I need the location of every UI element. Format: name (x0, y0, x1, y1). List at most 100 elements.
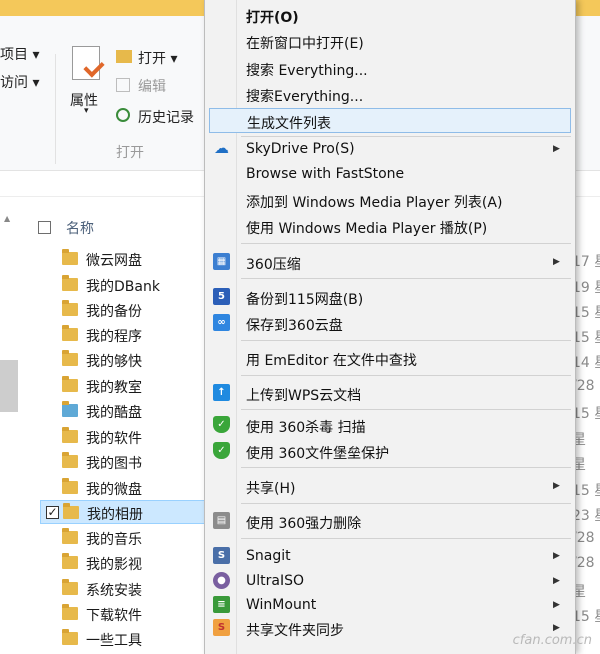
menu-item-share[interactable]: 共享(H) ▶ (205, 474, 575, 498)
menu-separator (241, 243, 571, 244)
menu-item-360-compress[interactable]: ▦ 360压缩 ▶ (205, 250, 575, 274)
list-item[interactable]: 一些工具 (40, 627, 220, 651)
list-item[interactable]: 我的图书 (40, 450, 220, 474)
date-cell: 17 星 (572, 254, 600, 270)
list-item[interactable]: 我的程序 (40, 323, 220, 347)
list-item[interactable]: 我的微盘 (40, 476, 220, 500)
date-cell: /28 (572, 530, 595, 546)
menu-item-ultraiso[interactable]: ● UltraISO ▶ (205, 569, 575, 593)
menu-item-backup-115[interactable]: 5 备份到115网盘(B) (205, 285, 575, 309)
ribbon-item-access[interactable]: 访问 ▾ (0, 72, 39, 92)
ribbon-group-label: 打开 (116, 145, 144, 161)
menu-separator (241, 278, 571, 279)
folder-icon (62, 452, 78, 468)
date-cell: 15 星 (572, 483, 600, 499)
winmount-icon: ≡ (213, 596, 230, 613)
list-item[interactable]: 我的软件 (40, 425, 220, 449)
folder-icon (62, 275, 78, 291)
list-item[interactable]: 我的影视 (40, 551, 220, 575)
date-cell: 23 星 (572, 508, 600, 524)
edit-button[interactable]: 编辑 (138, 76, 166, 96)
list-item[interactable]: 我的DBank (40, 273, 220, 297)
list-item[interactable]: 我的音乐 (40, 526, 220, 550)
watermark: cfan.com.cn (512, 633, 592, 648)
list-item[interactable]: 我的备份 (40, 298, 220, 322)
compress-icon: ▦ (213, 253, 230, 270)
360-cloud-icon: ∞ (213, 314, 230, 331)
submenu-arrow-icon: ▶ (553, 623, 560, 633)
menu-separator (241, 538, 571, 539)
menu-item-search-everything-2[interactable]: 搜索Everything... (205, 82, 575, 106)
menu-item-save-360-cloud[interactable]: ∞ 保存到360云盘 (205, 311, 575, 335)
menu-item-winmount[interactable]: ≡ WinMount ▶ (205, 593, 575, 617)
history-icon (116, 108, 130, 122)
shield-icon: ✓ (213, 442, 230, 459)
menu-item-open-new-window[interactable]: 在新窗口中打开(E) (205, 29, 575, 53)
folder-icon (62, 553, 78, 569)
menu-item-emeditor-find[interactable]: 用 EmEditor 在文件中查找 (205, 346, 575, 370)
row-checkbox-checked[interactable]: ✓ (46, 506, 59, 519)
folder-icon (62, 604, 78, 620)
shredder-icon: ▤ (213, 512, 230, 529)
folder-icon (62, 629, 78, 645)
folder-icon (62, 325, 78, 341)
menu-item-wmp-add-list[interactable]: 添加到 Windows Media Player 列表(A) (205, 188, 575, 212)
menu-item-wmp-play[interactable]: 使用 Windows Media Player 播放(P) (205, 214, 575, 238)
open-button[interactable]: 打开 ▾ (138, 48, 177, 68)
menu-separator (241, 467, 571, 468)
list-item-selected[interactable]: ✓ 我的相册 (40, 500, 220, 524)
scroll-up-icon[interactable]: ▲ (4, 214, 10, 223)
menu-item-skydrive-pro[interactable]: ☁ SkyDrive Pro(S) ▶ (205, 137, 575, 161)
date-cell: 15 星 (572, 609, 600, 625)
disc-icon: ● (213, 572, 230, 589)
sync-icon: S (213, 619, 230, 636)
folder-icon (62, 427, 78, 443)
submenu-arrow-icon: ▶ (553, 481, 560, 491)
navigation-pane (0, 210, 18, 654)
list-item[interactable]: 系统安装 (40, 577, 220, 601)
submenu-arrow-icon: ▶ (553, 144, 560, 154)
date-cell: 15 星 (572, 330, 600, 346)
menu-item-generate-file-list[interactable]: 生成文件列表 (209, 108, 571, 133)
folder-icon (63, 503, 79, 519)
context-menu: 打开(O) 在新窗口中打开(E) 搜索 Everything... 搜索Ever… (204, 0, 576, 654)
folder-icon (62, 478, 78, 494)
menu-item-360-scan[interactable]: ✓ 使用 360杀毒 扫描 (205, 413, 575, 437)
menu-separator (241, 503, 571, 504)
select-all-checkbox[interactable] (38, 221, 51, 234)
list-item[interactable]: 我的够快 (40, 348, 220, 372)
folder-icon (62, 300, 78, 316)
folder-icon (62, 350, 78, 366)
menu-item-search-everything[interactable]: 搜索 Everything... (205, 56, 575, 80)
nav-scrollbar-thumb[interactable] (0, 360, 18, 412)
edit-icon (116, 78, 130, 92)
column-name-header[interactable]: 名称 (66, 218, 94, 238)
shield-icon: ✓ (213, 416, 230, 433)
submenu-arrow-icon: ▶ (553, 600, 560, 610)
history-button[interactable]: 历史记录 (138, 107, 194, 127)
list-item[interactable]: 我的教室 (40, 374, 220, 398)
date-cell: /28 (572, 378, 595, 394)
list-item[interactable]: 我的酷盘 (40, 399, 220, 423)
menu-separator (241, 409, 571, 410)
list-item[interactable]: 下载软件 (40, 602, 220, 626)
menu-item-browse-faststone[interactable]: Browse with FastStone (205, 162, 575, 186)
menu-item-wps-upload[interactable]: ↑ 上传到WPS云文档 (205, 381, 575, 405)
properties-icon[interactable] (72, 46, 105, 80)
menu-item-open[interactable]: 打开(O) (205, 3, 575, 27)
submenu-arrow-icon: ▶ (553, 576, 560, 586)
date-cell: 19 星 (572, 280, 600, 296)
folder-icon (62, 528, 78, 544)
ribbon-divider (55, 54, 56, 164)
snagit-icon: S (213, 547, 230, 564)
menu-separator (241, 340, 571, 341)
menu-item-360-protect[interactable]: ✓ 使用 360文件堡垒保护 (205, 439, 575, 463)
menu-item-360-force-delete[interactable]: ▤ 使用 360强力删除 (205, 509, 575, 533)
open-folder-icon (116, 50, 132, 63)
list-item[interactable]: 微云网盘 (40, 247, 220, 271)
ribbon-item-project[interactable]: 项目 ▾ (0, 44, 39, 64)
date-cell: /28 (572, 555, 595, 571)
date-cell: 星 (572, 432, 586, 448)
folder-icon (62, 249, 78, 265)
menu-item-snagit[interactable]: S Snagit ▶ (205, 544, 575, 568)
